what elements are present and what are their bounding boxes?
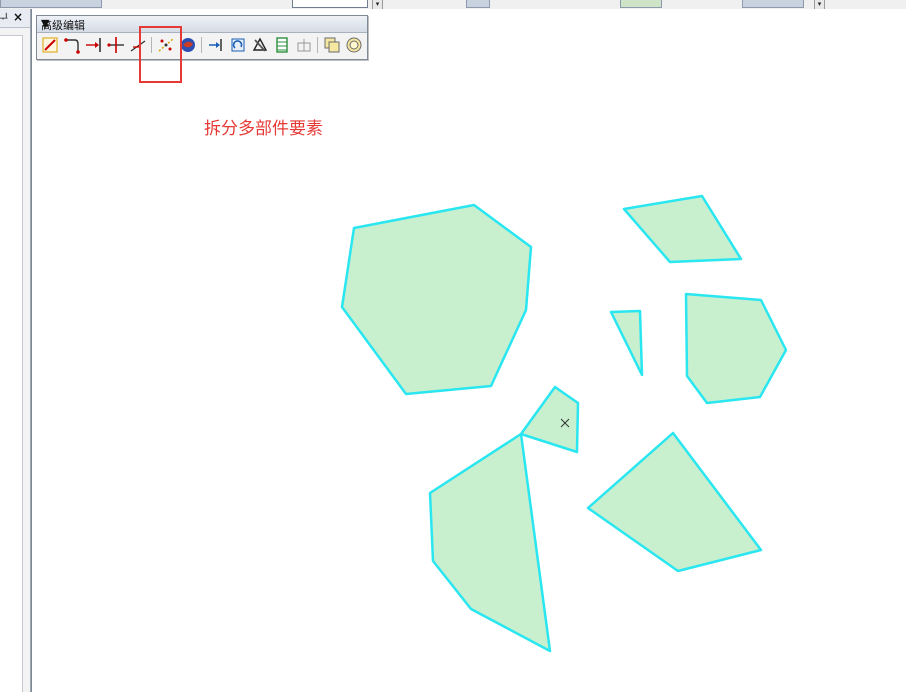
fillet-tool-icon[interactable]	[63, 36, 81, 54]
polygon-feature-2[interactable]	[622, 194, 743, 264]
extend-tool-icon[interactable]	[85, 36, 103, 54]
polygon-feature-5[interactable]	[519, 385, 580, 454]
toolbar-close-icon[interactable]: ×	[41, 17, 50, 30]
copy-features-tool-icon[interactable]	[41, 36, 59, 54]
map-canvas[interactable]	[0, 0, 906, 692]
explode-tool-highlight-box	[139, 26, 182, 83]
polygon-feature-1[interactable]	[340, 203, 533, 396]
polygon-feature-4[interactable]	[684, 292, 788, 405]
toolbar-title-bar[interactable]: 高级编辑 ▼ ×	[37, 16, 367, 33]
construct-features-icon[interactable]	[251, 36, 269, 54]
annotation-label: 拆分多部件要素	[204, 119, 323, 139]
generalize-icon[interactable]	[295, 36, 313, 54]
circle-icon[interactable]	[345, 36, 363, 54]
polygon-feature-7[interactable]	[586, 431, 763, 573]
polygon-feature-3[interactable]	[609, 309, 644, 377]
polygon-feature-6[interactable]	[428, 432, 552, 653]
toolbar-separator	[201, 37, 202, 53]
align-to-shape-icon[interactable]	[207, 36, 225, 54]
toolbar-separator	[317, 37, 318, 53]
smooth-icon[interactable]	[273, 36, 291, 54]
rectangle-icon[interactable]	[323, 36, 341, 54]
trim-tool-icon[interactable]	[107, 36, 125, 54]
advanced-editing-toolbar: 高级编辑 ▼ ×	[36, 15, 368, 60]
replace-geometry-icon[interactable]	[229, 36, 247, 54]
